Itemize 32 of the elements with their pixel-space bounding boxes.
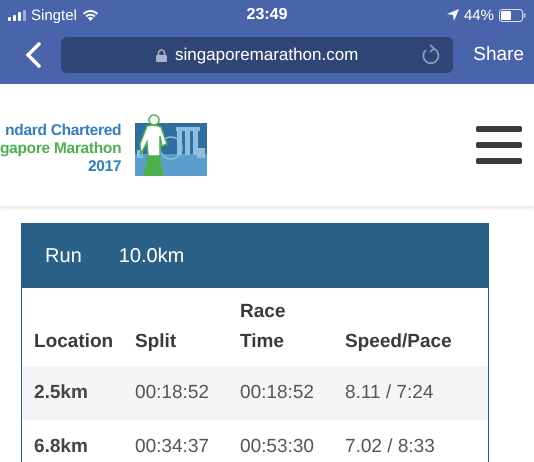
logo-text: 2017 [88, 158, 122, 176]
wifi-icon [82, 9, 99, 21]
address-bar[interactable]: singaporemarathon.com [61, 37, 454, 73]
column-header: Split [135, 330, 178, 354]
table-cell: 00:18:52 [135, 366, 240, 420]
event-distance: 10.0km [118, 244, 184, 268]
table-cell: 00:18:52 [240, 366, 345, 420]
location-arrow-icon [446, 9, 459, 21]
column-header: Location [33, 330, 114, 354]
logo-text: ndard Chartered [5, 122, 122, 140]
menu-icon[interactable] [476, 126, 522, 164]
table-cell-text: 00:53:30 [240, 435, 315, 459]
back-icon[interactable] [25, 42, 41, 68]
signal-icon [8, 10, 26, 20]
logo-text: gapore Marathon [0, 140, 122, 158]
column-header: Speed/Pace [345, 330, 453, 354]
column-header: Race Time [240, 300, 286, 354]
table-cell-text: 7.02 / 8:33 [345, 435, 436, 459]
share-button[interactable]: Share [473, 44, 524, 66]
battery-icon [499, 8, 526, 22]
event-name: Run [45, 244, 82, 268]
battery-percent: 44% [464, 6, 494, 24]
table-cell-text: 00:34:37 [135, 435, 210, 459]
url-text: singaporemarathon.com [174, 45, 358, 65]
table-cell-text: 6.8km [33, 435, 89, 459]
carrier-name: Singtel [31, 6, 77, 24]
table-cell: 2.5km [22, 366, 135, 420]
runner-logo-drawing[interactable] [135, 114, 208, 176]
reload-icon[interactable] [421, 44, 442, 66]
clock-time: 23:49 [246, 6, 288, 24]
lock-icon [156, 48, 167, 62]
table-cell: 8.11 / 7:24 [345, 366, 488, 420]
